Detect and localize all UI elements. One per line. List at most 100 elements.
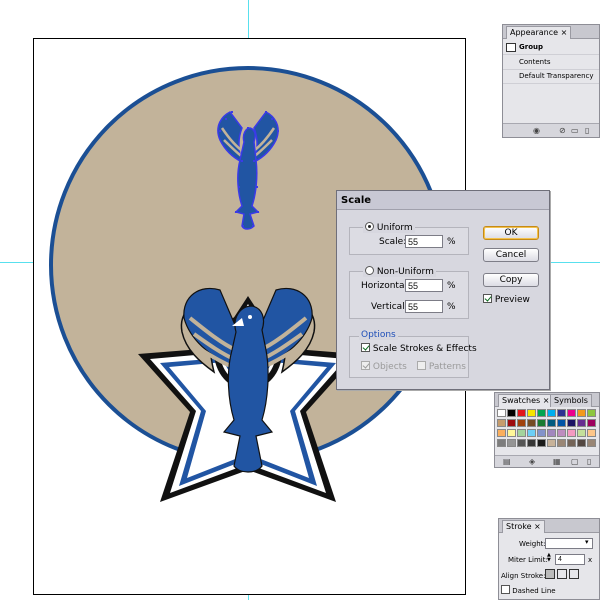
miter-unit: x — [588, 556, 593, 564]
swatch[interactable] — [567, 419, 576, 427]
swatches-tab-label: Swatches — [502, 396, 541, 405]
appearance-footer: ◉ ⊘ ▭ ▯ — [503, 123, 599, 137]
scale-dialog[interactable]: Scale Uniform Scale: % Non-Uniform Horiz… — [336, 190, 550, 390]
clear-appearance-icon[interactable]: ⊘ — [559, 126, 566, 136]
align-center-icon[interactable] — [545, 569, 555, 579]
appearance-row-contents[interactable]: Contents — [503, 56, 599, 70]
vertical-label: Vertical: — [371, 302, 408, 312]
scale-strokes-label: Scale Strokes & Effects — [372, 344, 477, 354]
swatch[interactable] — [577, 409, 586, 417]
vertical-field[interactable] — [405, 300, 443, 313]
tab-stroke[interactable]: Stroke × — [502, 520, 545, 533]
copy-button[interactable]: Copy — [483, 273, 539, 287]
swatch-library-icon[interactable]: ▤ — [503, 457, 511, 467]
cancel-button[interactable]: Cancel — [483, 248, 539, 262]
swatch[interactable] — [517, 439, 526, 447]
tab-appearance[interactable]: Appearance × — [506, 26, 572, 39]
swatch[interactable] — [547, 429, 556, 437]
close-icon[interactable]: × — [534, 522, 541, 531]
tab-symbols[interactable]: Symbols — [550, 394, 592, 407]
patterns-checkbox[interactable]: Patterns — [417, 361, 466, 372]
preview-check[interactable] — [483, 294, 492, 303]
new-art-icon[interactable]: ◉ — [533, 126, 540, 136]
objects-checkbox[interactable]: Objects — [361, 361, 407, 372]
swatch[interactable] — [507, 439, 516, 447]
swatch[interactable] — [517, 409, 526, 417]
swatch[interactable] — [517, 419, 526, 427]
uniform-radio[interactable]: Uniform — [363, 222, 415, 233]
swatch-grid[interactable] — [497, 409, 599, 453]
swatch[interactable] — [507, 429, 516, 437]
appearance-tab-label: Appearance — [510, 28, 559, 37]
align-outside-icon[interactable] — [569, 569, 579, 579]
swatch[interactable] — [567, 439, 576, 447]
align-label: Align Stroke: — [501, 572, 546, 580]
swatch[interactable] — [507, 419, 516, 427]
swatch[interactable] — [527, 409, 536, 417]
appearance-row-transparency[interactable]: Default Transparency — [503, 70, 599, 84]
new-swatch-icon[interactable]: ▢ — [571, 457, 579, 467]
swatch[interactable] — [577, 429, 586, 437]
swatch[interactable] — [497, 409, 506, 417]
swatch[interactable] — [547, 439, 556, 447]
swatch-options-icon[interactable]: ▦ — [553, 457, 561, 467]
objects-label: Objects — [372, 362, 407, 372]
appearance-row-group[interactable]: Group — [503, 41, 599, 55]
scale-strokes-checkbox[interactable]: Scale Strokes & Effects — [361, 343, 477, 354]
swatch[interactable] — [587, 419, 596, 427]
stroke-panel[interactable]: Stroke × Weight: ▾ Miter Limit: ▲▼ x Ali… — [498, 518, 600, 600]
swatch[interactable] — [527, 419, 536, 427]
trash-icon[interactable]: ▯ — [585, 126, 589, 136]
trash-icon[interactable]: ▯ — [587, 457, 591, 467]
close-icon[interactable]: × — [561, 28, 568, 37]
swatch[interactable] — [537, 439, 546, 447]
swatches-panel[interactable]: Swatches × Symbols ▤ ◈ ▦ ▢ ▯ — [494, 392, 600, 468]
scale-field[interactable] — [405, 235, 443, 248]
swatch[interactable] — [567, 429, 576, 437]
non-uniform-radio-button[interactable] — [365, 266, 374, 275]
scale-dialog-title[interactable]: Scale — [337, 191, 549, 210]
swatch[interactable] — [577, 439, 586, 447]
align-inside-icon[interactable] — [557, 569, 567, 579]
swatch[interactable] — [557, 429, 566, 437]
dashed-line-checkbox[interactable]: Dashed Line — [501, 585, 556, 595]
swatch[interactable] — [537, 409, 546, 417]
swatch-kinds-icon[interactable]: ◈ — [529, 457, 535, 467]
ok-button[interactable]: OK — [483, 226, 539, 240]
swatch[interactable] — [567, 409, 576, 417]
preview-checkbox[interactable]: Preview — [483, 294, 530, 305]
swatch[interactable] — [517, 429, 526, 437]
swatch[interactable] — [557, 439, 566, 447]
swatch[interactable] — [507, 409, 516, 417]
symbols-tab-label: Symbols — [554, 396, 588, 405]
swatch[interactable] — [557, 409, 566, 417]
swatch[interactable] — [497, 429, 506, 437]
swatch[interactable] — [557, 419, 566, 427]
swatch[interactable] — [587, 409, 596, 417]
dashed-line-check[interactable] — [501, 585, 510, 594]
miter-stepper-icon[interactable]: ▲ ▼ — [547, 553, 551, 563]
horizontal-field[interactable] — [405, 279, 443, 292]
appearance-panel[interactable]: Appearance × Group Contents Default Tran… — [502, 24, 600, 138]
uniform-radio-button[interactable] — [365, 222, 374, 231]
swatch[interactable] — [497, 419, 506, 427]
swatch[interactable] — [537, 419, 546, 427]
swatch[interactable] — [527, 439, 536, 447]
objects-check[interactable] — [361, 361, 370, 370]
close-icon[interactable]: × — [543, 396, 550, 405]
swatch[interactable] — [537, 429, 546, 437]
patterns-check[interactable] — [417, 361, 426, 370]
tab-swatches[interactable]: Swatches × — [498, 394, 554, 407]
swatch[interactable] — [497, 439, 506, 447]
swatch[interactable] — [527, 429, 536, 437]
swatch[interactable] — [547, 419, 556, 427]
swatch[interactable] — [577, 419, 586, 427]
chevron-down-icon[interactable]: ▾ — [585, 538, 589, 546]
miter-field[interactable] — [555, 554, 585, 565]
duplicate-icon[interactable]: ▭ — [571, 126, 579, 136]
swatch[interactable] — [587, 429, 596, 437]
scale-strokes-check[interactable] — [361, 343, 370, 352]
non-uniform-radio[interactable]: Non-Uniform — [363, 266, 436, 277]
swatch[interactable] — [587, 439, 596, 447]
swatch[interactable] — [547, 409, 556, 417]
